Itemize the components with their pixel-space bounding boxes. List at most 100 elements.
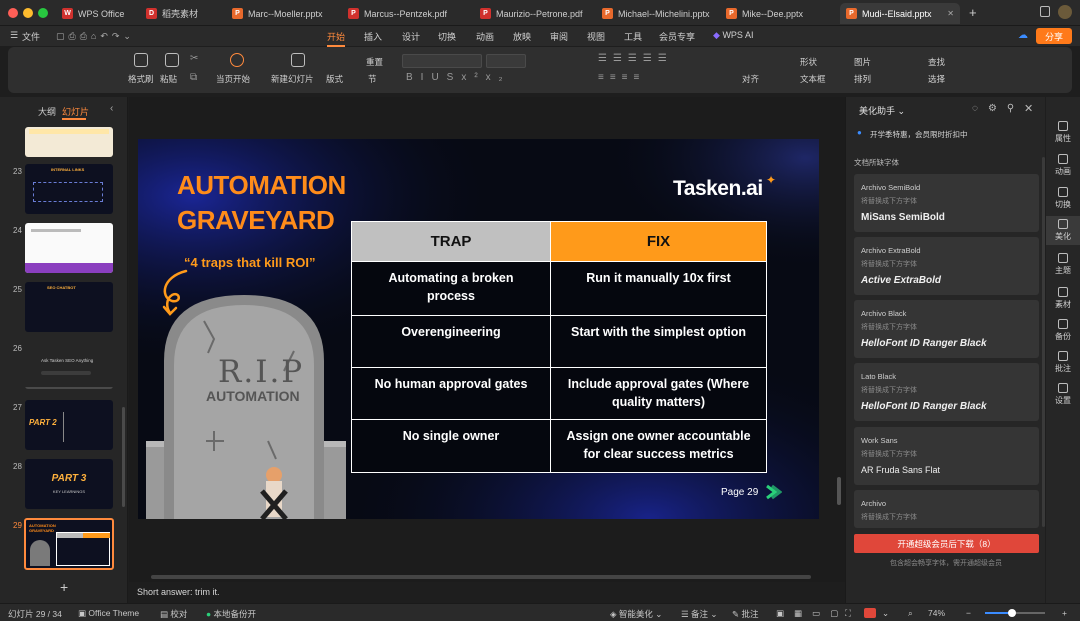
sidebar-item-animation[interactable]: 动画	[1046, 154, 1080, 177]
font-replacement-card[interactable]: Archivo 将替换成下方字体	[854, 490, 1039, 528]
table-header-fix[interactable]: FIX	[550, 221, 767, 262]
sidebar-item-beautify[interactable]: 美化	[1046, 216, 1080, 245]
font-replacement-card[interactable]: Archivo ExtraBold 将替换成下方字体 Active ExtraBol…	[854, 237, 1039, 295]
menu-item-2[interactable]: 设计	[402, 30, 420, 43]
new-tab-icon[interactable]: +	[969, 5, 977, 20]
font-name-select[interactable]	[402, 54, 482, 68]
smart-beautify-button[interactable]: ◈ 智能美化 ⌄	[610, 608, 662, 620]
sidebar-item-backup[interactable]: 备份	[1046, 319, 1080, 342]
menu-item-3[interactable]: 切换	[438, 30, 456, 43]
font-replacement-card[interactable]: Work Sans 将替换成下方字体 AR Fruda Sans Flat	[854, 427, 1039, 485]
select-button[interactable]: 选择	[928, 73, 945, 85]
minimize-window-button[interactable]	[23, 8, 33, 18]
sidebar-item-theme[interactable]: 主题	[1046, 253, 1080, 276]
slide-thumbnail-26[interactable]: Ask Tasken SEO Anything	[25, 341, 113, 389]
reset-button[interactable]: 重置	[366, 56, 383, 68]
zoom-level[interactable]: 74%	[928, 608, 945, 618]
format-painter-button[interactable]: 格式刷	[128, 73, 154, 85]
cloud-icon[interactable]: ☁	[1018, 30, 1028, 41]
sidebar-item-settings[interactable]: 设置	[1046, 383, 1080, 406]
slide-thumbnail-22[interactable]	[25, 127, 113, 157]
tab-4[interactable]: P Marcus--Pentzek.pdf	[342, 3, 468, 24]
textbox-button[interactable]: 文本框	[800, 73, 826, 85]
menu-item-0[interactable]: 开始	[327, 30, 346, 47]
panel-header-icons[interactable]: ◌⚙⚲	[972, 103, 1024, 114]
layout-button[interactable]: 版式	[326, 73, 343, 85]
zoom-slider-thumb[interactable]	[1008, 609, 1016, 617]
slide-thumbnail-25[interactable]: SEO CHATBOT	[25, 282, 113, 332]
menu-item-7[interactable]: 视图	[587, 30, 605, 43]
collapse-panel-icon[interactable]: ‹	[110, 103, 113, 114]
maximize-window-button[interactable]	[38, 8, 48, 18]
close-window-button[interactable]	[8, 8, 18, 18]
sidebar-item-assets[interactable]: 素材	[1046, 287, 1080, 310]
slide[interactable]: AUTOMATION GRAVEYARD “4 traps that kill …	[138, 139, 819, 519]
close-tab-icon[interactable]: ✕	[947, 9, 954, 18]
tab-6[interactable]: P Michael--Michelini.pptx	[596, 3, 716, 24]
paragraph-icons[interactable]: ☰☰☰☰☰	[598, 53, 673, 64]
sidebar-item-transition[interactable]: 切换	[1046, 187, 1080, 210]
window-mode-icon[interactable]	[1040, 6, 1050, 17]
section-button[interactable]: 节	[368, 73, 377, 85]
copy-icon[interactable]: ⧉	[190, 72, 197, 83]
slide-thumbnail-23[interactable]: INTERNAL LINKS	[25, 164, 113, 214]
menu-item-4[interactable]: 动画	[476, 30, 494, 43]
font-replacement-card[interactable]: Archivo Black 将替换成下方字体 HelloFont ID Ranger…	[854, 300, 1039, 358]
tab-7[interactable]: P Mike--Dee.pptx	[720, 3, 830, 24]
tab-outline[interactable]: 大纲	[38, 105, 56, 118]
canvas-horizontal-scrollbar[interactable]	[151, 575, 811, 579]
canvas-vertical-scrollbar[interactable]	[837, 477, 841, 505]
tab-8[interactable]: P Mudi--Elsaid.pptx ✕	[840, 3, 960, 24]
download-fonts-button[interactable]: 开通超级会员后下载（8）	[854, 534, 1039, 553]
trap-fix-table[interactable]: TRAP FIX Automating a broken process Run it…	[351, 221, 767, 473]
fix-cell-1[interactable]: Run it manually 10x first	[550, 261, 767, 316]
slide-thumbnail-27[interactable]: PART 2	[25, 400, 113, 450]
text-format-icons[interactable]: BIUSx²x₂	[406, 72, 511, 83]
slide-thumbnail-28[interactable]: PART 3 KEY LEARNINGS	[25, 459, 113, 509]
trap-cell-4[interactable]: No single owner	[351, 419, 551, 473]
comments-button[interactable]: ✎ 批注	[732, 608, 759, 620]
slide-thumbnail-24[interactable]	[25, 223, 113, 273]
cut-icon[interactable]: ✂	[190, 53, 198, 64]
speaker-notes[interactable]: Short answer: trim it.	[137, 587, 220, 597]
menu-item-5[interactable]: 放映	[513, 30, 531, 43]
menu-item-6[interactable]: 审阅	[550, 30, 568, 43]
menu-file[interactable]: 文件	[22, 30, 40, 43]
proofing-button[interactable]: ▤ 校对	[160, 608, 187, 620]
slideshow-play-icon[interactable]	[864, 608, 876, 618]
tab-slides[interactable]: 幻灯片	[62, 105, 89, 118]
panel-title[interactable]: 美化助手 ⌄	[859, 104, 905, 117]
hamburger-icon[interactable]: ☰	[10, 30, 18, 41]
align-icons[interactable]: ≡≡≡≡	[598, 72, 645, 83]
panel-close-icon[interactable]: ✕	[1024, 102, 1033, 115]
menu-item-1[interactable]: 插入	[364, 30, 382, 43]
trap-cell-1[interactable]: Automating a broken process	[351, 261, 551, 316]
sidebar-item-properties[interactable]: 属性	[1046, 121, 1080, 144]
backup-status[interactable]: ● 本地备份开	[206, 608, 256, 620]
add-slide-icon[interactable]: +	[60, 579, 68, 595]
play-from-current-button[interactable]: 当页开始	[216, 73, 250, 85]
zoom-in-icon[interactable]: +	[1062, 608, 1067, 618]
quick-access-icons[interactable]: ▢⎙⎙⌂↶↷⌄	[56, 31, 135, 42]
theme-name[interactable]: ▣ Office Theme	[78, 608, 139, 619]
trap-cell-2[interactable]: Overengineering	[351, 315, 551, 368]
promo-text[interactable]: 开学季特惠，会员限时折扣中	[870, 129, 968, 140]
menu-item-8[interactable]: 工具	[624, 30, 642, 43]
menu-wps-ai[interactable]: ◆ WPS AI	[713, 30, 753, 41]
align-button[interactable]: 对齐	[742, 73, 759, 85]
arrange-button[interactable]: 排列	[854, 73, 871, 85]
zoom-menu-icon[interactable]: ⌄	[882, 608, 889, 619]
tab-5[interactable]: P Maurizio--Petrone.pdf	[474, 3, 592, 24]
font-replacement-card[interactable]: Archivo SemiBold 将替换成下方字体 MiSans SemiBold	[854, 174, 1039, 232]
thumbnail-scrollbar[interactable]	[122, 407, 125, 507]
notes-button[interactable]: ☰ 备注 ⌄	[681, 608, 718, 620]
fit-icon[interactable]: ⛶	[845, 608, 851, 619]
tab-2[interactable]: D 稻壳素材	[140, 3, 220, 24]
table-header-trap[interactable]: TRAP	[351, 221, 551, 262]
tab-1[interactable]: W WPS Office	[56, 3, 136, 24]
find-button[interactable]: 查找	[928, 56, 945, 68]
font-replacement-card[interactable]: Lato Black 将替换成下方字体 HelloFont ID Ranger Bl…	[854, 363, 1039, 421]
picture-button[interactable]: 图片	[854, 56, 871, 68]
share-button[interactable]: 分享	[1036, 28, 1072, 44]
new-slide-button[interactable]: 新建幻灯片	[271, 73, 314, 85]
